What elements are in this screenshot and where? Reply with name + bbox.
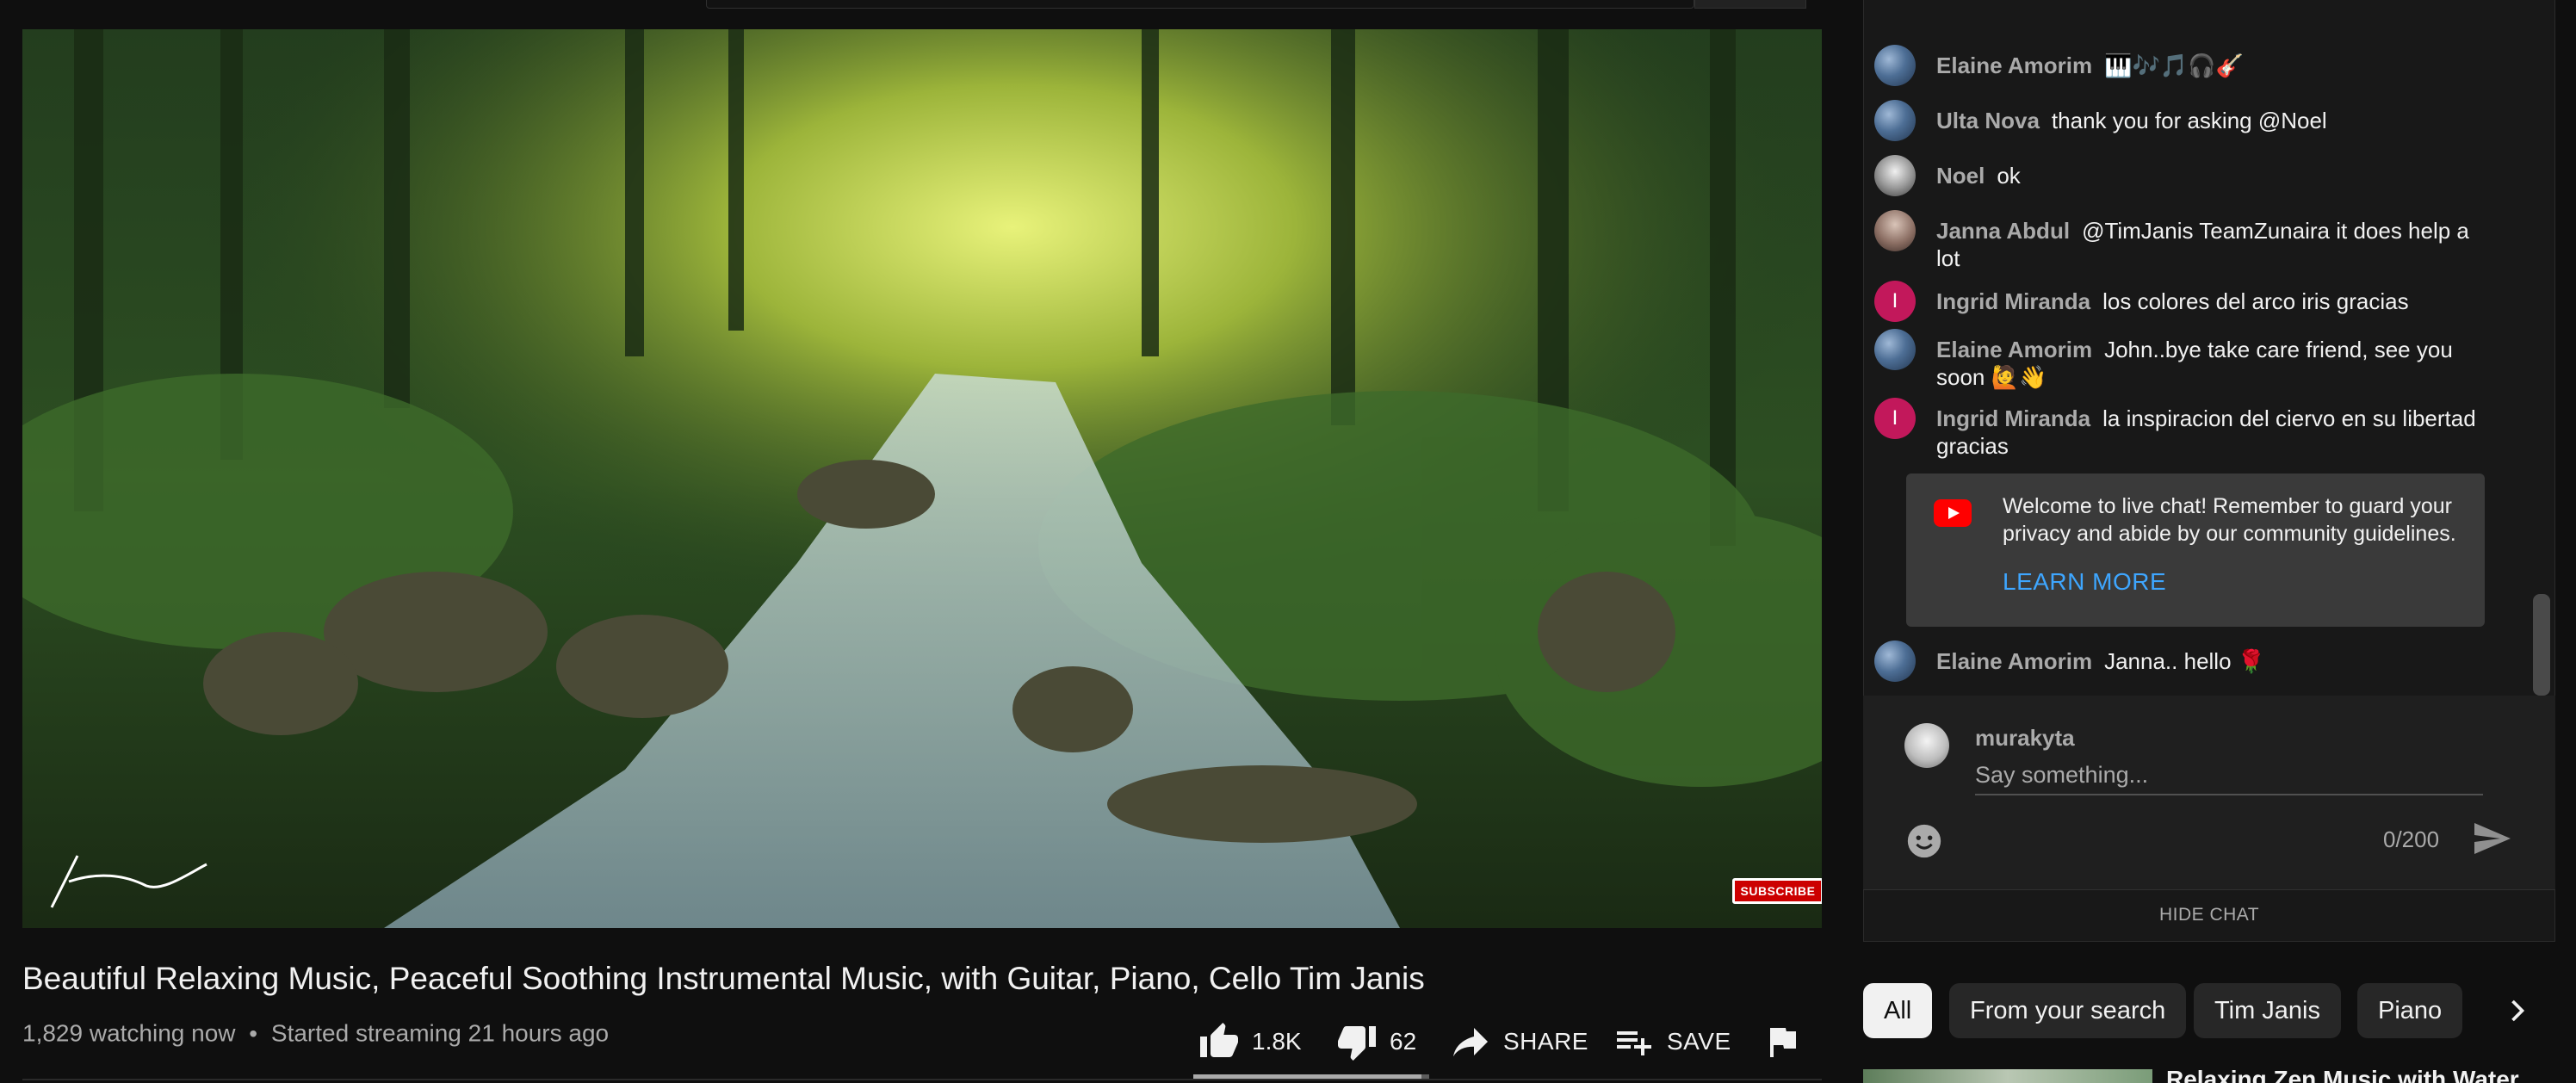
save-playlist-icon bbox=[1617, 1031, 1651, 1055]
like-button[interactable]: 1.8K bbox=[1198, 1016, 1302, 1068]
chat-author[interactable]: Elaine Amorim bbox=[1936, 337, 2092, 362]
dislike-count: 62 bbox=[1390, 1028, 1417, 1055]
send-icon[interactable] bbox=[2469, 818, 2514, 859]
hide-chat-button[interactable]: HIDE CHAT bbox=[1863, 890, 2555, 940]
user-avatar[interactable] bbox=[1874, 155, 1916, 196]
user-avatar[interactable] bbox=[1874, 641, 1916, 682]
meta-separator: • bbox=[249, 1019, 258, 1047]
page: SUBSCRIBE Beautiful Relaxing Music, Peac… bbox=[0, 0, 2576, 1083]
chevron-right-icon[interactable] bbox=[2499, 992, 2536, 1030]
chat-author[interactable]: Noel bbox=[1936, 163, 1985, 189]
emoji-icon[interactable] bbox=[1904, 821, 1944, 861]
user-avatar[interactable] bbox=[1874, 45, 1916, 86]
user-avatar[interactable]: I bbox=[1874, 398, 1916, 439]
video-title: Beautiful Relaxing Music, Peaceful Sooth… bbox=[22, 961, 1425, 996]
artist-signature-logo bbox=[50, 855, 207, 908]
user-avatar[interactable] bbox=[1874, 100, 1916, 141]
share-label: SHARE bbox=[1503, 1028, 1588, 1055]
chat-welcome-banner: Welcome to live chat! Remember to guard … bbox=[1906, 473, 2485, 627]
like-icon bbox=[1200, 1023, 1238, 1057]
share-button[interactable]: SHARE bbox=[1450, 1016, 1588, 1068]
chip-all[interactable]: All bbox=[1863, 983, 1933, 1038]
recommendation-thumbnail[interactable] bbox=[1863, 1069, 2152, 1083]
video-frame-forest-stream bbox=[22, 29, 1822, 928]
top-search-button[interactable] bbox=[1694, 0, 1806, 9]
dislike-icon bbox=[1338, 1026, 1376, 1061]
chat-text: 🎹🎶🎵🎧🎸 bbox=[2104, 53, 2244, 78]
video-meta: 1,829 watching now • Started streaming 2… bbox=[22, 1018, 609, 1048]
user-avatar[interactable] bbox=[1874, 210, 1916, 251]
chat-input[interactable] bbox=[1975, 756, 2483, 795]
subscribe-badge[interactable]: SUBSCRIBE bbox=[1732, 878, 1822, 904]
like-count: 1.8K bbox=[1252, 1028, 1302, 1055]
divider bbox=[22, 1079, 1822, 1080]
chip-from-your-search[interactable]: From your search bbox=[1949, 983, 2187, 1038]
viewer-count: 1,829 watching now bbox=[22, 1019, 236, 1047]
chat-author[interactable]: Elaine Amorim bbox=[1936, 648, 2092, 674]
top-search-bar[interactable] bbox=[706, 0, 1694, 9]
chat-text: los colores del arco iris gracias bbox=[2102, 288, 2409, 314]
save-label: SAVE bbox=[1667, 1028, 1731, 1055]
user-avatar[interactable]: I bbox=[1874, 281, 1916, 322]
user-avatar[interactable] bbox=[1874, 329, 1916, 370]
chip-tim-janis[interactable]: Tim Janis bbox=[2194, 983, 2341, 1038]
dislike-button[interactable]: 62 bbox=[1336, 1016, 1416, 1068]
chat-composer: murakyta bbox=[1863, 696, 2555, 890]
chat-text: thank you for asking @Noel bbox=[2051, 108, 2327, 133]
chat-text: ok bbox=[1997, 163, 2021, 189]
stream-start-time: Started streaming 21 hours ago bbox=[270, 1019, 610, 1047]
chat-scrollbar[interactable] bbox=[2533, 594, 2550, 696]
chat-author[interactable]: Elaine Amorim bbox=[1936, 53, 2092, 78]
chip-piano[interactable]: Piano bbox=[2357, 983, 2463, 1038]
youtube-icon bbox=[1934, 499, 1972, 527]
current-user-name: murakyta bbox=[1975, 725, 2075, 751]
chat-text: Janna.. hello 🌹 bbox=[2104, 648, 2266, 674]
recommendation-title[interactable]: Relaxing Zen Music with Water bbox=[2166, 1066, 2519, 1083]
report-button[interactable] bbox=[1762, 1016, 1803, 1068]
chat-author[interactable]: Ingrid Miranda bbox=[1936, 405, 2090, 431]
chat-author[interactable]: Ulta Nova bbox=[1936, 108, 2040, 133]
learn-more-link[interactable]: LEARN MORE bbox=[2003, 568, 2166, 596]
current-user-avatar bbox=[1904, 723, 1949, 768]
share-icon bbox=[1453, 1028, 1488, 1057]
char-counter: 0/200 bbox=[2383, 826, 2440, 852]
welcome-message: Welcome to live chat! Remember to guard … bbox=[2003, 494, 2456, 546]
save-button[interactable]: SAVE bbox=[1613, 1016, 1731, 1068]
video-player[interactable]: SUBSCRIBE bbox=[22, 29, 1822, 928]
flag-icon bbox=[1770, 1028, 1796, 1057]
chat-author[interactable]: Janna Abdul bbox=[1936, 218, 2070, 244]
chat-author[interactable]: Ingrid Miranda bbox=[1936, 288, 2090, 314]
